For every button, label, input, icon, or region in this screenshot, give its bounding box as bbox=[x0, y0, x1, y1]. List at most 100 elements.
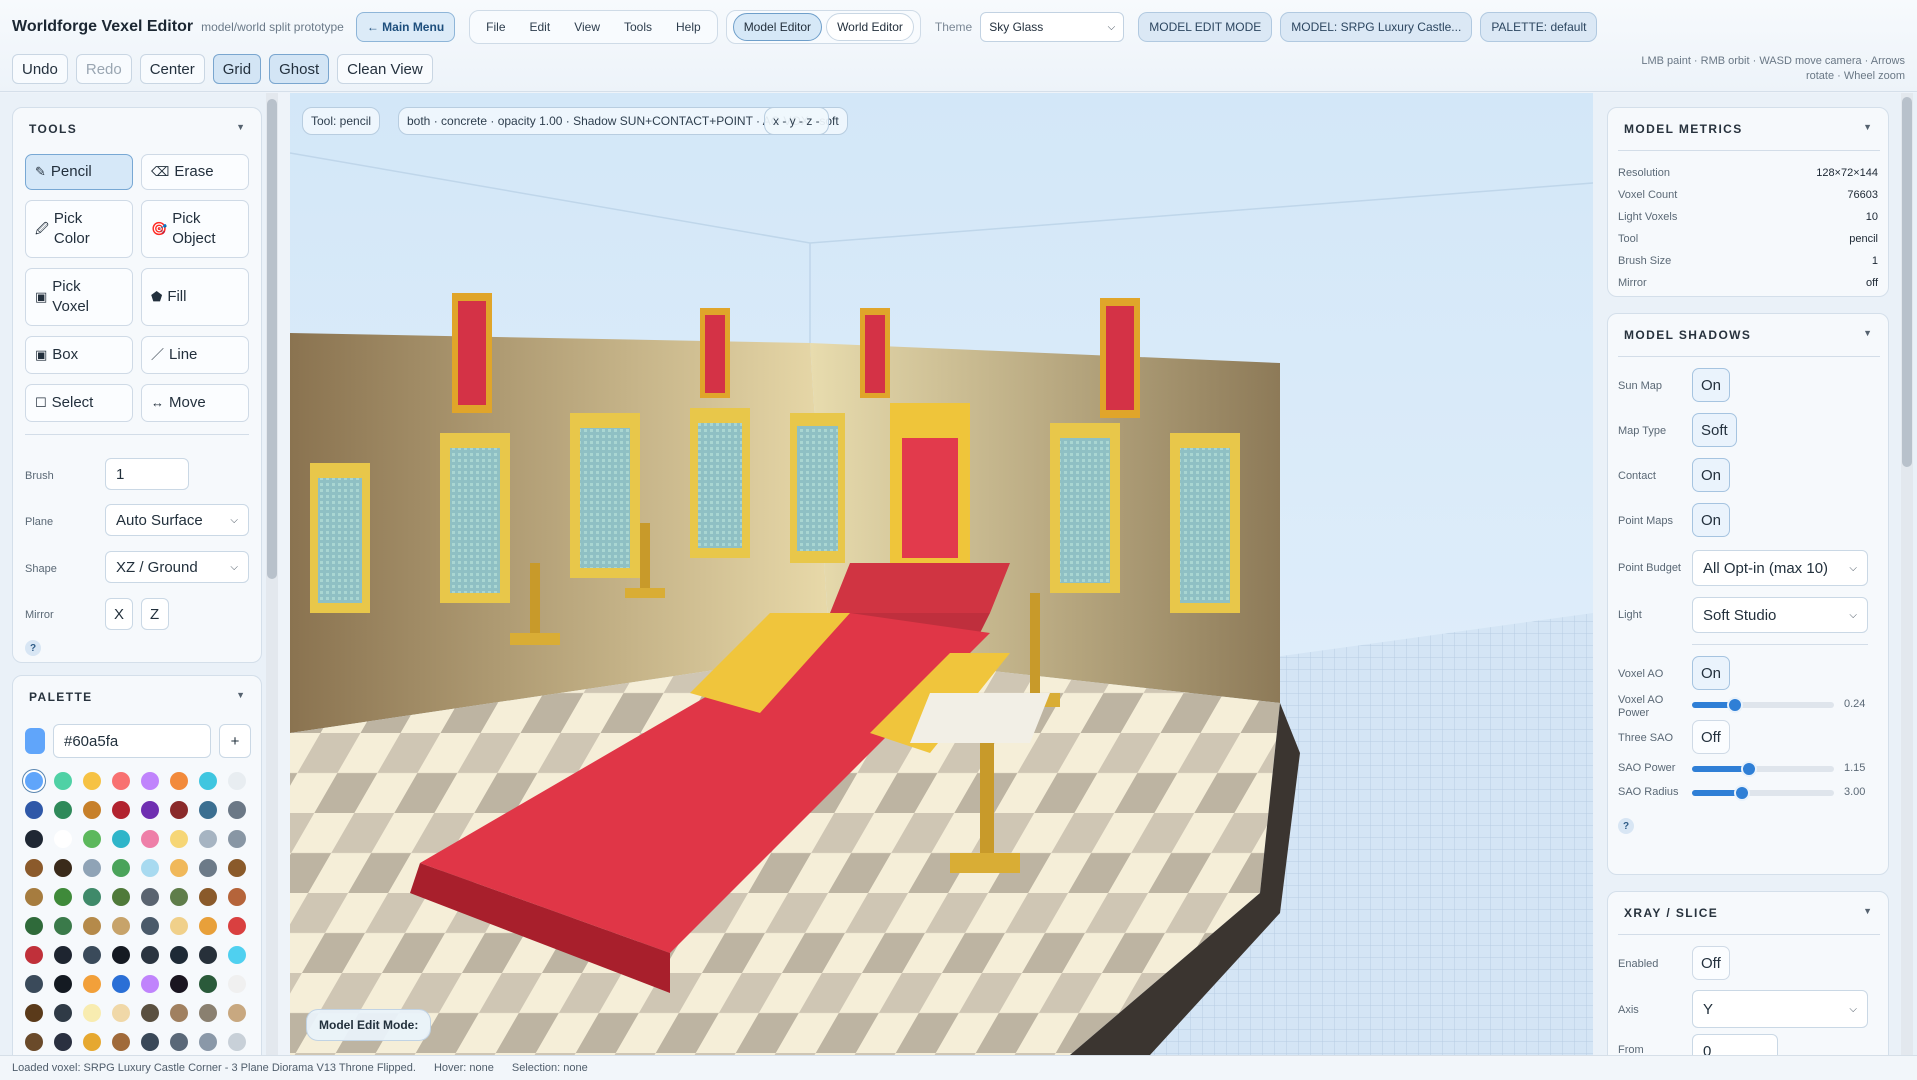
tool-pick-color[interactable]: 🖉 Pick Color bbox=[25, 200, 133, 258]
color-swatch[interactable] bbox=[199, 859, 217, 877]
color-swatch[interactable] bbox=[228, 1004, 246, 1022]
collapse-caret-icon[interactable]: ▼ bbox=[1863, 328, 1872, 338]
color-swatch[interactable] bbox=[228, 801, 246, 819]
help-icon[interactable]: ? bbox=[25, 640, 41, 656]
redo-button[interactable]: Redo bbox=[75, 54, 132, 84]
color-swatch[interactable] bbox=[228, 975, 246, 993]
menu-tools[interactable]: Tools bbox=[614, 20, 662, 34]
color-swatch[interactable] bbox=[112, 801, 130, 819]
light-select[interactable]: Soft Studio ⌵ bbox=[1692, 597, 1868, 633]
tool-fill[interactable]: ⬟ Fill bbox=[141, 268, 249, 326]
ghost-toggle[interactable]: Ghost bbox=[269, 54, 330, 84]
plane-select[interactable]: Auto Surface ⌵ bbox=[105, 504, 249, 536]
color-swatch[interactable] bbox=[170, 888, 188, 906]
color-swatch[interactable] bbox=[141, 975, 159, 993]
color-swatch[interactable] bbox=[170, 1004, 188, 1022]
add-color-button[interactable]: + bbox=[219, 724, 251, 758]
xray-enabled-toggle[interactable]: Off bbox=[1692, 946, 1730, 980]
current-color-chip[interactable] bbox=[25, 728, 45, 754]
center-button[interactable]: Center bbox=[139, 54, 205, 84]
undo-button[interactable]: Undo bbox=[12, 54, 68, 84]
color-hex-input[interactable]: #60a5fa bbox=[53, 724, 211, 758]
color-swatch[interactable] bbox=[170, 975, 188, 993]
clean-view-button[interactable]: Clean View bbox=[337, 54, 433, 84]
color-swatch[interactable] bbox=[54, 888, 72, 906]
color-swatch[interactable] bbox=[54, 975, 72, 993]
color-swatch[interactable] bbox=[170, 917, 188, 935]
color-swatch[interactable] bbox=[112, 917, 130, 935]
color-swatch[interactable] bbox=[199, 772, 217, 790]
collapse-caret-icon[interactable]: ▼ bbox=[236, 690, 245, 700]
color-swatch[interactable] bbox=[83, 975, 101, 993]
slider-thumb[interactable] bbox=[1733, 785, 1750, 801]
color-swatch[interactable] bbox=[112, 772, 130, 790]
color-swatch[interactable] bbox=[25, 801, 43, 819]
color-swatch[interactable] bbox=[54, 1033, 72, 1051]
collapse-caret-icon[interactable]: ▼ bbox=[1863, 122, 1872, 132]
right-scrollbar[interactable] bbox=[1901, 93, 1913, 1055]
grid-toggle[interactable]: Grid bbox=[212, 54, 262, 84]
color-swatch[interactable] bbox=[25, 917, 43, 935]
tab-model-editor[interactable]: Model Editor bbox=[732, 13, 823, 41]
menu-file[interactable]: File bbox=[476, 20, 515, 34]
voxel-ao-toggle[interactable]: On bbox=[1692, 656, 1731, 690]
color-swatch[interactable] bbox=[141, 801, 159, 819]
tool-erase[interactable]: ⌫ Erase bbox=[141, 154, 249, 190]
color-swatch[interactable] bbox=[83, 859, 101, 877]
color-swatch[interactable] bbox=[83, 801, 101, 819]
color-swatch[interactable] bbox=[170, 1033, 188, 1051]
tool-select[interactable]: ☐ Select bbox=[25, 384, 133, 422]
color-swatch[interactable] bbox=[83, 1004, 101, 1022]
color-swatch[interactable] bbox=[25, 1033, 43, 1051]
scrollbar-thumb[interactable] bbox=[1902, 97, 1912, 467]
mirror-x-toggle[interactable]: X bbox=[105, 598, 133, 630]
from-input[interactable]: 0 bbox=[1692, 1034, 1778, 1055]
color-swatch[interactable] bbox=[199, 917, 217, 935]
color-swatch[interactable] bbox=[54, 1004, 72, 1022]
model-badge[interactable]: MODEL: SRPG Luxury Castle... bbox=[1280, 12, 1473, 42]
color-swatch[interactable] bbox=[112, 946, 130, 964]
color-swatch[interactable] bbox=[199, 801, 217, 819]
color-swatch[interactable] bbox=[25, 830, 43, 848]
brush-size-input[interactable]: 1 bbox=[105, 458, 189, 490]
color-swatch[interactable] bbox=[83, 772, 101, 790]
color-swatch[interactable] bbox=[228, 859, 246, 877]
color-swatch[interactable] bbox=[83, 830, 101, 848]
palette-badge[interactable]: PALETTE: default bbox=[1480, 12, 1598, 42]
color-swatch[interactable] bbox=[112, 975, 130, 993]
color-swatch[interactable] bbox=[141, 859, 159, 877]
menu-view[interactable]: View bbox=[564, 20, 610, 34]
color-swatch[interactable] bbox=[83, 917, 101, 935]
color-swatch[interactable] bbox=[25, 772, 43, 790]
tool-line[interactable]: ／ Line bbox=[141, 336, 249, 374]
menu-help[interactable]: Help bbox=[666, 20, 711, 34]
color-swatch[interactable] bbox=[170, 772, 188, 790]
color-swatch[interactable] bbox=[54, 859, 72, 877]
color-swatch[interactable] bbox=[112, 859, 130, 877]
help-icon[interactable]: ? bbox=[1618, 818, 1634, 834]
color-swatch[interactable] bbox=[112, 888, 130, 906]
map-type-toggle[interactable]: Soft bbox=[1692, 413, 1737, 447]
color-swatch[interactable] bbox=[25, 975, 43, 993]
color-swatch[interactable] bbox=[170, 801, 188, 819]
sun-map-toggle[interactable]: On bbox=[1692, 368, 1731, 402]
color-swatch[interactable] bbox=[112, 1004, 130, 1022]
color-swatch[interactable] bbox=[141, 830, 159, 848]
color-swatch[interactable] bbox=[141, 917, 159, 935]
collapse-caret-icon[interactable]: ▼ bbox=[236, 122, 245, 132]
color-swatch[interactable] bbox=[83, 888, 101, 906]
color-swatch[interactable] bbox=[54, 772, 72, 790]
color-swatch[interactable] bbox=[25, 946, 43, 964]
left-scrollbar[interactable] bbox=[266, 93, 278, 1055]
scrollbar-thumb[interactable] bbox=[267, 99, 277, 579]
collapse-caret-icon[interactable]: ▼ bbox=[1863, 906, 1872, 916]
color-swatch[interactable] bbox=[141, 888, 159, 906]
color-swatch[interactable] bbox=[199, 830, 217, 848]
main-menu-button[interactable]: ← Main Menu bbox=[355, 12, 456, 42]
color-swatch[interactable] bbox=[141, 1004, 159, 1022]
color-swatch[interactable] bbox=[199, 1033, 217, 1051]
voxel-scene[interactable] bbox=[290, 93, 1593, 1055]
3d-viewport[interactable]: Tool: pencil both · concrete · opacity 1… bbox=[290, 93, 1593, 1055]
point-budget-select[interactable]: All Opt-in (max 10) ⌵ bbox=[1692, 550, 1868, 586]
color-swatch[interactable] bbox=[199, 975, 217, 993]
